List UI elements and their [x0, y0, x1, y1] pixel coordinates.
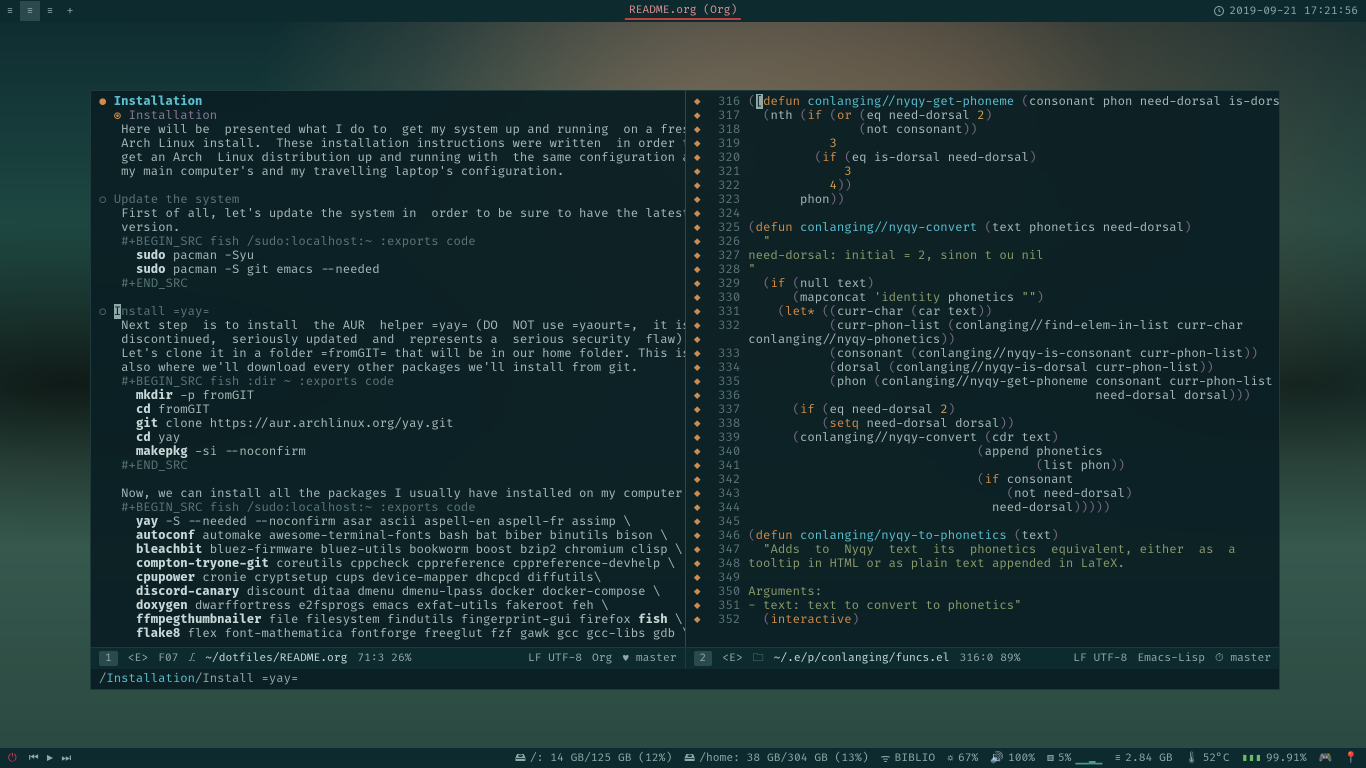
breadcrumb-rest: /Install =yay=: [195, 671, 298, 686]
minibuffer[interactable]: /Installation/Install =yay=: [91, 669, 1279, 689]
right-buffer[interactable]: ◆ 316([defun conlanging//nyqy-get-phonem…: [686, 91, 1280, 647]
disk-home: 🖴/home: 38 GB/304 GB (13%): [684, 749, 868, 768]
vcs-branch: ⏱ master: [1215, 652, 1271, 665]
ram: ≡2.84 GB: [1114, 752, 1172, 765]
datetime-text: 2019-09-21 17:21:56: [1229, 5, 1358, 18]
workspace-1-button[interactable]: ≡: [0, 1, 20, 21]
evil-state: <E>: [722, 652, 742, 665]
layout-indicator: F07: [158, 652, 178, 665]
wifi-icon: ᯤ: [880, 751, 890, 766]
volume-icon: 🔊: [990, 751, 1004, 765]
vcs-branch: ♥ master: [622, 652, 676, 665]
left-buffer[interactable]: ● Installation ◉ Installation Here will …: [91, 91, 686, 647]
clock-icon: [1213, 5, 1225, 17]
temperature: 🌡52°C: [1185, 751, 1230, 765]
window-titlebar: ≡ ≡ ≡ + README.org (Org) 2019-09-21 17:2…: [0, 0, 1366, 22]
split-panes: ● Installation ◉ Installation Here will …: [91, 91, 1279, 647]
workspace-add-button[interactable]: +: [60, 1, 80, 21]
evil-state: <E>: [128, 652, 148, 665]
modeline-left: 1 <E> F07 ⎇ ~/dotfiles/README.org 71:3 2…: [91, 647, 686, 669]
prev-track-button[interactable]: ⏮: [29, 752, 39, 765]
cpu: ▤5% ▁▁▂▁: [1047, 752, 1102, 765]
workspace-switcher: ≡ ≡ ≡ +: [0, 1, 80, 21]
window-title: README.org (Org): [625, 3, 741, 20]
cpu-icon: ▤: [1047, 752, 1054, 765]
buffer-path: ~/dotfiles/README.org: [205, 652, 347, 665]
status-bar: ⏻ ⏮ ▶ ⏭ 🖴/: 14 GB/125 GB (12%) 🖴/home: 3…: [0, 748, 1366, 768]
ram-icon: ≡: [1114, 752, 1121, 765]
disk-icon: 🖴: [684, 749, 695, 768]
folder-icon: 🗀: [753, 649, 764, 668]
buffer-path: ~/.e/p/conlanging/funcs.el: [774, 652, 950, 665]
music-controls: ⏮ ▶ ⏭: [29, 752, 72, 765]
play-button[interactable]: ▶: [47, 752, 54, 765]
disk-root: 🖴/: 14 GB/125 GB (12%): [515, 749, 672, 768]
next-track-button[interactable]: ⏭: [61, 752, 71, 765]
branch-icon: ⎇: [188, 652, 195, 665]
major-mode: Emacs-Lisp: [1137, 652, 1205, 665]
brightness-icon: ☼: [947, 752, 954, 765]
workspace-2-button[interactable]: ≡: [20, 1, 40, 21]
brightness: ☼67%: [947, 752, 978, 765]
power-icon[interactable]: ⏻: [8, 752, 17, 765]
battery-icon: ▮▮▮: [1242, 752, 1262, 765]
discord-icon[interactable]: 🎮: [1319, 751, 1333, 765]
cursor-position: 71:3 26%: [357, 652, 411, 665]
volume: 🔊100%: [990, 751, 1035, 765]
major-mode: Org: [592, 652, 612, 665]
location-icon[interactable]: 📍: [1344, 751, 1358, 765]
disk-icon: 🖴: [515, 749, 526, 768]
cpu-bars: ▁▁▂▁: [1075, 752, 1102, 765]
clock: 2019-09-21 17:21:56: [1213, 5, 1366, 18]
wifi: ᯤBIBLIO: [880, 751, 935, 766]
encoding: LF UTF-8: [1073, 652, 1127, 665]
emacs-frame: ● Installation ◉ Installation Here will …: [90, 90, 1280, 690]
modelines: 1 <E> F07 ⎇ ~/dotfiles/README.org 71:3 2…: [91, 647, 1279, 669]
cursor-position: 316:0 89%: [960, 652, 1021, 665]
modeline-right: 2 <E> 🗀 ~/.e/p/conlanging/funcs.el 316:0…: [686, 647, 1280, 669]
encoding: LF UTF-8: [528, 652, 582, 665]
thermometer-icon: 🌡: [1185, 751, 1199, 765]
breadcrumb-segment: Installation: [106, 671, 195, 686]
window-number: 2: [694, 651, 713, 666]
battery: ▮▮▮99.91%: [1242, 752, 1307, 765]
window-number: 1: [99, 651, 118, 666]
workspace-3-button[interactable]: ≡: [40, 1, 60, 21]
